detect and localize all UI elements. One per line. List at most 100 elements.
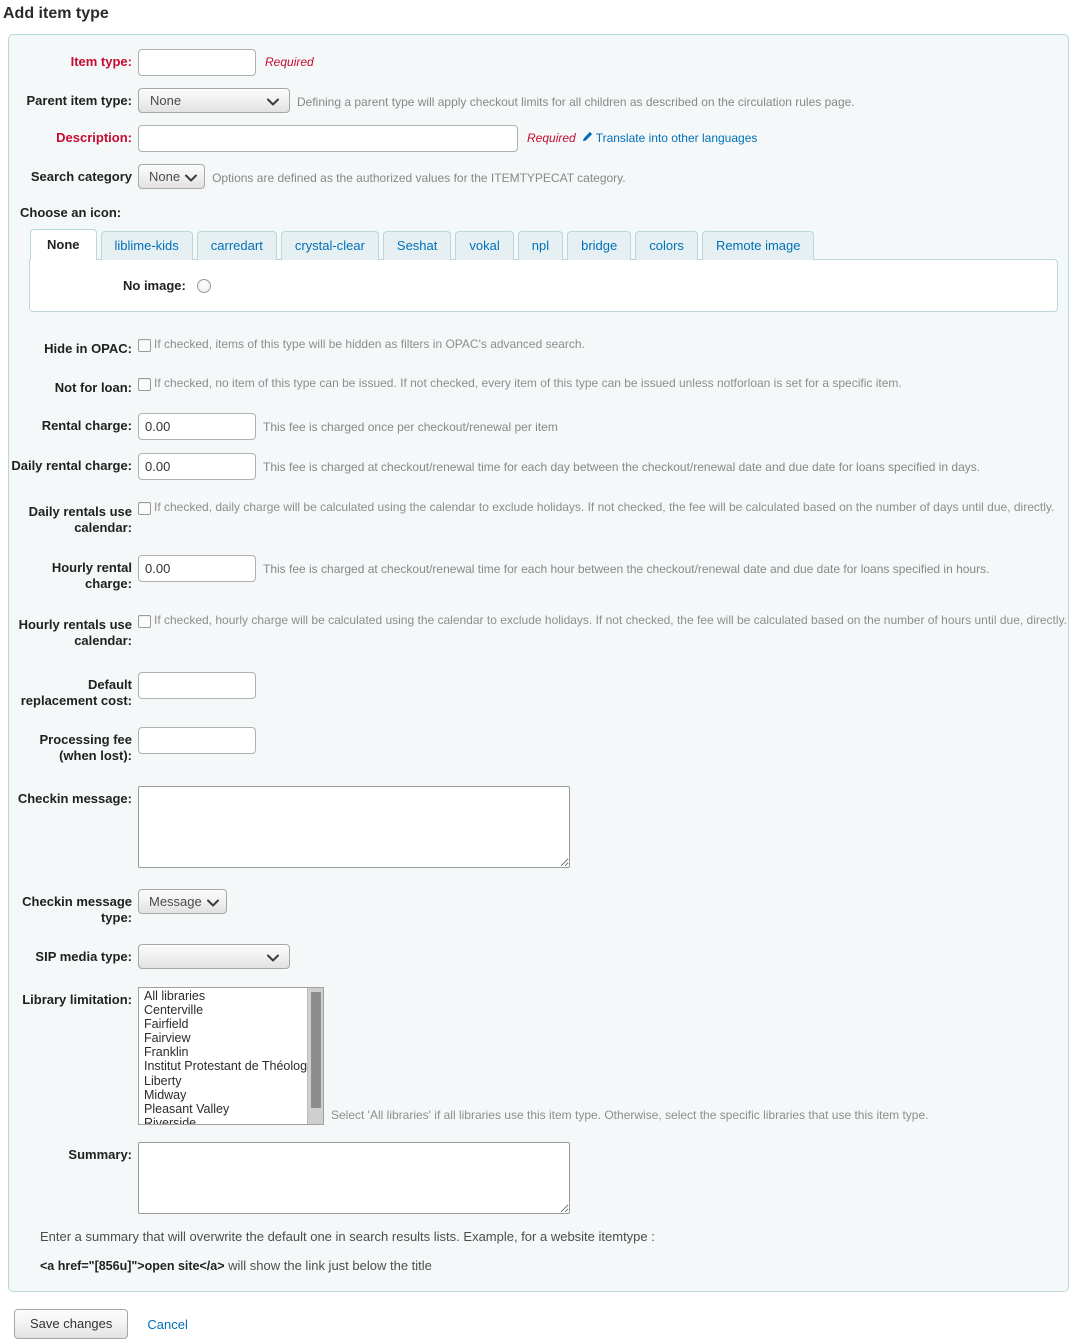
default-replacement-cost-label: Default replacement cost: (20, 677, 132, 708)
library-limitation-listbox[interactable]: All libraries Centerville Fairfield Fair… (138, 987, 324, 1125)
field-row-library-limitation: Library limitation: All libraries Center… (9, 987, 1068, 1125)
checkin-message-label: Checkin message: (17, 791, 132, 806)
checkin-message-type-value: Message (149, 894, 202, 909)
translate-into-other-languages-link[interactable]: Translate into other languages (582, 125, 758, 145)
item-type-label: Item type: (70, 54, 132, 69)
chevron-down-icon (185, 165, 198, 190)
form-footer: Save changes Cancel (14, 1309, 1077, 1339)
no-image-radio[interactable] (196, 278, 211, 293)
not-for-loan-checkbox[interactable] (138, 378, 151, 391)
field-row-hourly-rental-charge: Hourly rental charge: This fee is charge… (9, 555, 1068, 592)
field-row-processing-fee: Processing fee (when lost): (9, 727, 1068, 764)
tab-npl[interactable]: npl (517, 231, 564, 260)
description-label: Description: (56, 130, 132, 145)
icon-tabs: None liblime-kids carredart crystal-clea… (29, 228, 1058, 260)
hourly-rental-charge-label: Hourly rental charge: (51, 560, 132, 591)
daily-rentals-use-calendar-hint: If checked, daily charge will be calcula… (154, 500, 1055, 514)
parent-item-type-value: None (150, 93, 182, 108)
library-limitation-options: All libraries Centerville Fairfield Fair… (139, 988, 323, 1124)
field-row-description: Description: Required Translate into oth… (9, 125, 1068, 152)
no-image-label: No image: (123, 278, 186, 293)
hourly-rentals-use-calendar-label: Hourly rentals use calendar: (18, 617, 132, 648)
sip-media-type-label: SIP media type: (35, 949, 132, 964)
tab-none[interactable]: None (30, 229, 97, 260)
icon-tab-panel: No image: (29, 259, 1058, 312)
hide-in-opac-label: Hide in OPAC: (44, 341, 132, 356)
list-item[interactable]: Liberty (142, 1074, 323, 1088)
daily-rental-charge-label: Daily rental charge: (11, 458, 132, 473)
list-item[interactable]: Midway (142, 1088, 323, 1102)
daily-rental-charge-input[interactable] (138, 453, 256, 480)
pencil-icon (582, 131, 593, 145)
daily-rentals-use-calendar-checkbox[interactable] (138, 502, 151, 515)
field-row-sip-media-type: SIP media type: (9, 944, 1068, 969)
add-item-type-page: Add item type Item type: Required Parent… (0, 0, 1077, 1339)
field-row-not-for-loan: Not for loan: If checked, no item of thi… (9, 375, 1068, 396)
rental-charge-label: Rental charge: (41, 418, 132, 433)
icon-tabs-container: None liblime-kids carredart crystal-clea… (29, 228, 1058, 312)
list-item[interactable]: Franklin (142, 1045, 323, 1059)
list-item[interactable]: Pleasant Valley (142, 1102, 323, 1116)
search-category-select[interactable]: None (138, 164, 206, 190)
translate-link-text: Translate into other languages (595, 131, 758, 145)
search-category-value: None (149, 169, 181, 184)
field-row-parent-item-type: Parent item type: None Defining a parent… (9, 88, 1068, 113)
tab-colors[interactable]: colors (635, 231, 698, 260)
chevron-down-icon (267, 89, 279, 114)
list-item[interactable]: Centerville (142, 1003, 323, 1017)
description-input[interactable] (138, 125, 518, 152)
checkin-message-type-label: Checkin message type: (22, 894, 132, 925)
tab-seshat[interactable]: Seshat (382, 231, 452, 260)
hourly-rentals-use-calendar-checkbox[interactable] (138, 615, 151, 628)
list-item[interactable]: Riverside (142, 1116, 323, 1124)
field-row-hourly-rentals-use-calendar: Hourly rentals use calendar: If checked,… (9, 612, 1068, 649)
processing-fee-input[interactable] (138, 727, 256, 754)
parent-item-type-label: Parent item type: (26, 93, 132, 108)
hide-in-opac-checkbox[interactable] (138, 339, 151, 352)
tab-carredart[interactable]: carredart (196, 231, 277, 260)
library-limitation-label: Library limitation: (22, 992, 132, 1007)
not-for-loan-label: Not for loan: (54, 380, 132, 395)
tab-vokal[interactable]: vokal (455, 231, 514, 260)
field-row-daily-rental-charge: Daily rental charge: This fee is charged… (9, 453, 1068, 480)
hourly-rental-charge-input[interactable] (138, 555, 256, 582)
summary-textarea[interactable] (138, 1142, 570, 1214)
search-category-hint: Options are defined as the authorized va… (212, 171, 626, 185)
tab-liblime-kids[interactable]: liblime-kids (100, 231, 193, 260)
field-row-summary: Summary: (9, 1142, 1068, 1214)
default-replacement-cost-input[interactable] (138, 672, 256, 699)
parent-item-type-select[interactable]: None (138, 88, 290, 113)
summary-notes: Enter a summary that will overwrite the … (40, 1228, 1068, 1275)
checkin-message-type-select[interactable]: Message (138, 889, 227, 914)
scrollbar-thumb[interactable] (311, 992, 321, 1108)
summary-note-code: <a href="[856u]">open site</a> (40, 1259, 225, 1273)
library-limitation-scrollbar[interactable] (307, 988, 323, 1124)
field-row-search-category: Search category None Options are defined… (9, 164, 1068, 189)
list-item[interactable]: Institut Protestant de Théologie (142, 1059, 323, 1073)
rental-charge-input[interactable] (138, 413, 256, 440)
tab-remote-image[interactable]: Remote image (701, 231, 815, 260)
save-changes-button[interactable]: Save changes (14, 1309, 129, 1339)
field-row-hide-in-opac: Hide in OPAC: If checked, items of this … (9, 336, 1068, 357)
field-row-rental-charge: Rental charge: This fee is charged once … (9, 413, 1068, 440)
hourly-rentals-use-calendar-hint: If checked, hourly charge will be calcul… (154, 613, 1067, 627)
item-type-input[interactable] (138, 49, 256, 76)
processing-fee-label: Processing fee (when lost): (39, 732, 133, 763)
tab-bridge[interactable]: bridge (567, 231, 632, 260)
cancel-link[interactable]: Cancel (147, 1317, 187, 1332)
search-category-label: Search category (30, 169, 132, 184)
summary-label: Summary: (68, 1147, 132, 1162)
list-item[interactable]: Fairview (142, 1031, 323, 1045)
chevron-down-icon (267, 945, 279, 970)
field-row-daily-rentals-use-calendar: Daily rentals use calendar: If checked, … (9, 499, 1068, 536)
field-row-checkin-message-type: Checkin message type: Message (9, 889, 1068, 926)
hourly-rental-charge-hint: This fee is charged at checkout/renewal … (263, 562, 990, 576)
list-item[interactable]: All libraries (142, 989, 323, 1003)
not-for-loan-hint: If checked, no item of this type can be … (154, 376, 902, 390)
chevron-down-icon (206, 890, 219, 915)
checkin-message-textarea[interactable] (138, 786, 570, 868)
list-item[interactable]: Fairfield (142, 1017, 323, 1031)
summary-note-rest: will show the link just below the title (224, 1258, 432, 1273)
tab-crystal-clear[interactable]: crystal-clear (280, 231, 379, 260)
sip-media-type-select[interactable] (138, 944, 290, 969)
